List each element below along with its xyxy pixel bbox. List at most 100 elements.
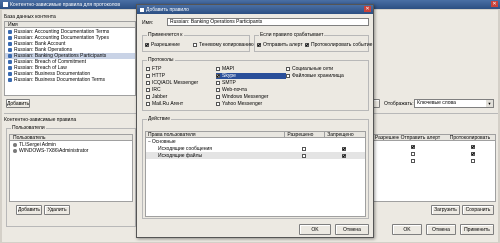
cancel-button[interactable]: Отмена <box>426 224 456 235</box>
protocol-option[interactable]: Windows Messenger <box>216 94 286 100</box>
rights-cell <box>325 153 365 158</box>
denied-checkbox[interactable] <box>342 153 347 158</box>
display-select-value: Ключевые слова <box>417 100 456 106</box>
save-button[interactable]: Сохранить <box>462 205 494 215</box>
apply-button[interactable]: Применить <box>460 224 494 235</box>
protocol-option[interactable]: Skype <box>216 73 286 79</box>
perm-checkbox[interactable] <box>145 43 149 47</box>
dialog-titlebar: Добавить правило ✕ <box>137 5 373 14</box>
users-group-label: Пользователи <box>11 125 46 131</box>
log-checkbox[interactable] <box>305 43 309 47</box>
protocol-checkbox[interactable] <box>216 102 220 106</box>
protocol-option[interactable]: HTTP <box>146 73 216 79</box>
dialog-close-icon[interactable]: ✕ <box>364 6 371 12</box>
protocol-option[interactable]: Файловые хранилища <box>286 73 366 79</box>
rule-icon <box>8 54 12 58</box>
shadow-label: Теневому копированию <box>199 42 254 48</box>
rule-icon <box>8 66 12 70</box>
users-list[interactable]: Пользователь TL\Sergei Admin WINDOWS-7X86… <box>9 134 133 202</box>
add-user-button[interactable]: Добавить <box>16 205 42 215</box>
protocol-checkbox[interactable] <box>286 74 290 78</box>
protocol-checkbox[interactable] <box>146 88 150 92</box>
protocol-option[interactable]: ICQ/AOL Messenger <box>146 80 216 86</box>
rights-checkbox[interactable] <box>411 152 415 156</box>
perm-label: Разрешение <box>151 42 180 48</box>
main-title: Контентно-зависимые правила для протокол… <box>10 1 120 8</box>
rights-checkbox[interactable] <box>411 145 415 149</box>
protocol-option[interactable]: IRC <box>146 87 216 93</box>
protocol-option[interactable]: MAPI <box>216 66 286 72</box>
rule-icon <box>8 36 12 40</box>
actions-label: Действие <box>147 116 171 122</box>
protocol-checkbox[interactable] <box>216 67 220 71</box>
collapse-icon[interactable]: − <box>148 139 151 145</box>
dialog-window-icon <box>140 7 144 12</box>
rights-table[interactable]: Права пользователя Разрешено Запрещено −… <box>145 131 366 217</box>
protocol-option[interactable]: Mail.Ru Агент <box>146 101 216 107</box>
add-rule-dialog: Добавить правило ✕ Имя: Russian: Banking… <box>136 4 374 238</box>
protocol-label: Web-почта <box>222 87 247 93</box>
protocol-option[interactable]: Социальные сети <box>286 66 366 72</box>
protocol-option[interactable]: SMTP <box>216 80 286 86</box>
perm-option[interactable]: Разрешение <box>145 42 180 48</box>
protocol-checkbox[interactable] <box>146 95 150 99</box>
protocol-label: Yahoo Messenger <box>222 101 263 107</box>
load-button[interactable]: Загрузить <box>431 205 460 215</box>
delete-user-button[interactable]: Удалить <box>44 205 70 215</box>
ok-button[interactable]: OK <box>392 224 422 235</box>
protocol-checkbox[interactable] <box>286 67 290 71</box>
rights-checkbox[interactable] <box>471 152 475 156</box>
content-list-item[interactable]: Russian: Business Documentation Terms <box>5 77 135 83</box>
rights-table-row[interactable]: − Основные <box>146 138 365 145</box>
rights-cell <box>325 146 365 151</box>
protocol-checkbox[interactable] <box>146 74 150 78</box>
name-field[interactable]: Russian: Banking Operations Participants <box>167 18 369 26</box>
shadow-checkbox[interactable] <box>193 43 197 47</box>
actions-group: Действие Права пользователя Разрешено За… <box>142 116 369 219</box>
protocol-checkbox[interactable] <box>146 81 150 85</box>
protocol-checkbox[interactable] <box>146 67 150 71</box>
protocol-label: Социальные сети <box>292 66 334 72</box>
log-option[interactable]: Протоколировать событие <box>305 42 372 48</box>
log-label: Протоколировать событие <box>311 42 373 48</box>
display-select[interactable]: Ключевые слова ▼ <box>414 99 494 108</box>
denied-checkbox[interactable] <box>342 146 347 151</box>
alert-checkbox[interactable] <box>257 43 261 47</box>
rights-checkbox[interactable] <box>411 159 415 163</box>
rights-table-row[interactable]: Исходящие файлы <box>146 152 365 159</box>
protocol-option[interactable]: Jabber <box>146 94 216 100</box>
protocol-option[interactable]: Web-почта <box>216 87 286 93</box>
content-list[interactable]: Имя Russian: Accounting Documentation Te… <box>4 21 136 96</box>
rule-icon <box>8 60 12 64</box>
rule-icon <box>8 78 12 82</box>
protocol-checkbox[interactable] <box>216 81 220 85</box>
allowed-checkbox[interactable] <box>302 146 307 151</box>
shadow-option[interactable]: Теневому копированию <box>193 42 254 48</box>
protocol-checkbox[interactable] <box>216 88 220 92</box>
protocol-option[interactable]: FTP <box>146 66 216 72</box>
protocols-group: Протоколы FTP MAPI Социальные сети HTTP Skyp… <box>142 57 369 111</box>
protocol-empty-cell <box>286 101 366 108</box>
protocol-option[interactable]: Yahoo Messenger <box>216 101 286 107</box>
alert-label: Отправить алерт <box>263 42 303 48</box>
user-list-item[interactable]: WINDOWS-7X86\Administrator <box>10 148 132 154</box>
protocol-checkbox[interactable] <box>216 95 220 99</box>
col-denied: Запрещено <box>327 132 354 138</box>
dialog-cancel-button[interactable]: Отмена <box>335 224 369 235</box>
rights-col-alert: Отправить алерт <box>400 135 441 140</box>
close-icon[interactable]: ✕ <box>491 1 498 7</box>
trigger-label: Если правило срабатывает <box>259 32 325 38</box>
rights-grid[interactable]: Разрешено Отправить алерт Протоколироват… <box>372 134 496 202</box>
add-content-button[interactable]: Добавить <box>6 99 30 108</box>
allowed-checkbox[interactable] <box>302 153 307 158</box>
rules-label: Контентно-зависимые правила <box>4 117 77 123</box>
protocol-checkbox[interactable] <box>216 74 220 78</box>
protocol-checkbox[interactable] <box>146 102 150 106</box>
rights-checkbox[interactable] <box>471 159 475 163</box>
rights-table-row[interactable]: Исходящие сообщения <box>146 145 365 152</box>
protocol-label: IRC <box>152 87 161 93</box>
rights-checkbox[interactable] <box>471 145 475 149</box>
protocol-empty-cell <box>286 87 366 94</box>
dialog-ok-button[interactable]: OK <box>299 224 331 235</box>
alert-option[interactable]: Отправить алерт <box>257 42 303 48</box>
